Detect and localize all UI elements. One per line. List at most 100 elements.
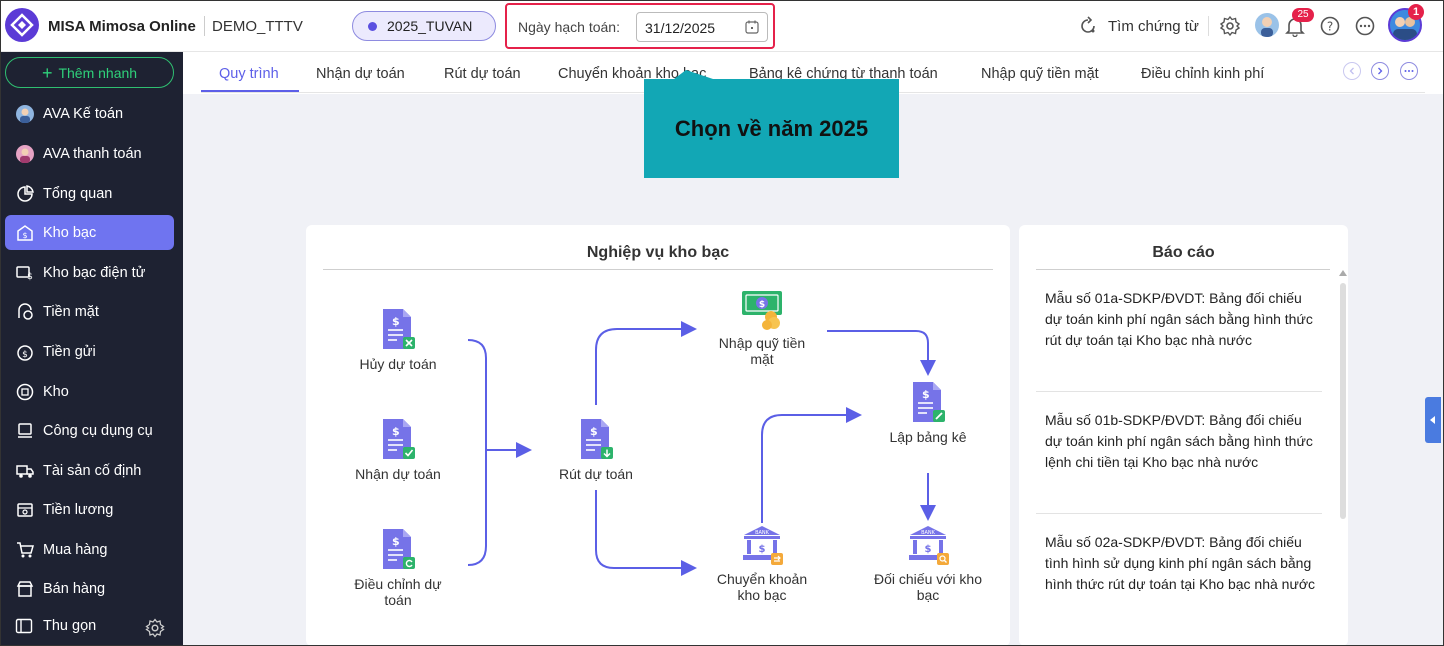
report-item-02a[interactable]: Mẫu số 02a-SDKP/ĐVDT: Bảng đối chiếu tìn… bbox=[1045, 532, 1315, 595]
tab-nhap-quy-tien-mat[interactable]: Nhập quỹ tiền mặt bbox=[981, 66, 1099, 82]
sidebar-item-label: Tiền gửi bbox=[43, 343, 96, 360]
node-rut-du-toan[interactable]: $ Rút dự toán bbox=[536, 417, 656, 482]
help-icon[interactable]: ? bbox=[1319, 15, 1341, 37]
svg-text:?: ? bbox=[1327, 20, 1333, 34]
sidebar-item-label: Công cụ dụng cụ bbox=[43, 422, 153, 439]
bank-transfer-icon: BANK $ bbox=[743, 526, 783, 565]
tab-rut-du-toan[interactable]: Rút dự toán bbox=[444, 66, 521, 82]
list-document-icon: $ bbox=[913, 382, 945, 422]
sidebar-item-label: Kho bạc bbox=[43, 224, 97, 241]
node-chuyen-khoan-kho-bac[interactable]: BANK $ Chuyển khoản kho bạc bbox=[702, 523, 822, 603]
gear-icon[interactable] bbox=[1219, 15, 1241, 37]
sidebar-item-ava-ke-toan[interactable]: AVA Kế toán bbox=[5, 96, 174, 131]
year-label: 2025_TUVAN bbox=[387, 18, 473, 34]
report-divider bbox=[1036, 513, 1322, 514]
sidebar-item-ava-thanh-toan[interactable]: AVA thanh toán bbox=[5, 136, 174, 171]
plus-icon: + bbox=[41, 62, 53, 83]
tab-quy-trinh[interactable]: Quy trình bbox=[219, 66, 279, 82]
calendar-icon[interactable] bbox=[745, 20, 759, 34]
sidebar-item-label: Kho bạc điện tử bbox=[43, 264, 146, 281]
workflow-panel: Nghiệp vụ kho bạc $ Hủy dự toán $ Nhận d… bbox=[306, 225, 1010, 646]
posting-date-value: 31/12/2025 bbox=[645, 20, 716, 36]
svg-text:$: $ bbox=[392, 425, 400, 438]
sidebar-item-cong-cu-dung-cu[interactable]: Công cụ dụng cụ bbox=[5, 413, 174, 448]
sidebar-item-tong-quan[interactable]: Tổng quan bbox=[5, 176, 174, 211]
sidebar-item-tien-gui[interactable]: $ Tiền gửi bbox=[5, 334, 174, 369]
sidebar-item-ban-hang[interactable]: Bán hàng bbox=[5, 571, 174, 606]
sidebar-item-tien-mat[interactable]: Tiền mặt bbox=[5, 294, 174, 329]
sidebar-item-kho-bac[interactable]: $ Kho bạc bbox=[5, 215, 174, 250]
node-lap-bang-ke[interactable]: $ Lập bảng kê bbox=[868, 380, 988, 445]
cash-icon bbox=[15, 302, 35, 322]
reports-panel: Báo cáo Mẫu số 01a-SDKP/ĐVDT: Bảng đối c… bbox=[1019, 225, 1348, 646]
search-voucher-link[interactable]: Tìm chứng từ bbox=[1078, 16, 1199, 36]
svg-text:$: $ bbox=[590, 425, 598, 438]
tab-nhan-du-toan[interactable]: Nhận dự toán bbox=[316, 66, 405, 82]
tab-next-button[interactable] bbox=[1371, 62, 1389, 80]
sidebar-item-tai-san-co-dinh[interactable]: Tài sản cố định bbox=[5, 453, 174, 488]
svg-text:$: $ bbox=[759, 300, 765, 310]
sidebar-item-label: Tổng quan bbox=[43, 185, 113, 202]
node-label: Chuyển khoản kho bạc bbox=[716, 571, 808, 603]
year-selector[interactable]: 2025_TUVAN bbox=[352, 11, 496, 41]
reports-title: Báo cáo bbox=[1152, 244, 1215, 261]
node-doi-chieu-kho-bac[interactable]: BANK $ Đối chiếu với kho bạc bbox=[868, 523, 988, 603]
node-label: Điều chỉnh dự toán bbox=[354, 576, 442, 608]
svg-text:BANK: BANK bbox=[921, 530, 936, 536]
more-icon[interactable] bbox=[1354, 15, 1376, 37]
app-name: MISA Mimosa Online bbox=[48, 18, 196, 35]
deposit-icon: $ bbox=[15, 342, 35, 362]
organization-name[interactable]: DEMO_TTTV bbox=[212, 18, 303, 35]
sidebar-item-kho[interactable]: Kho bbox=[5, 374, 174, 409]
posting-date-label: Ngày hạch toán: bbox=[518, 19, 620, 35]
node-nhan-du-toan[interactable]: $ Nhận dự toán bbox=[338, 417, 458, 482]
ai-assistant-avatar[interactable] bbox=[1255, 13, 1279, 37]
node-label: Nhập quỹ tiền mặt bbox=[718, 335, 806, 367]
node-huy-du-toan[interactable]: $ Hủy dự toán bbox=[338, 307, 458, 372]
cancel-document-icon: $ bbox=[383, 309, 415, 349]
svg-text:$: $ bbox=[392, 535, 400, 548]
sidebar-item-label: Mua hàng bbox=[43, 541, 108, 558]
report-item-01a[interactable]: Mẫu số 01a-SDKP/ĐVDT: Bảng đối chiếu dự … bbox=[1045, 288, 1315, 351]
right-panel-toggle[interactable] bbox=[1425, 397, 1441, 443]
node-dieu-chinh-du-toan[interactable]: $ Điều chỉnh dự toán bbox=[338, 527, 458, 608]
chevron-left-icon bbox=[1430, 416, 1435, 424]
sidebar-item-label: Tài sản cố định bbox=[43, 462, 142, 479]
quick-add-button[interactable]: + Thêm nhanh bbox=[5, 57, 174, 88]
ava-avatar-icon bbox=[15, 104, 35, 124]
e-treasury-icon: $ bbox=[15, 263, 35, 283]
node-label: Đối chiếu với kho bạc bbox=[873, 571, 982, 603]
collapse-label: Thu gọn bbox=[43, 618, 97, 634]
search-voucher-label: Tìm chứng từ bbox=[1108, 17, 1199, 35]
sidebar-item-kho-bac-dien-tu[interactable]: $ Kho bạc điện tử bbox=[5, 255, 174, 290]
chevron-left-icon bbox=[1349, 67, 1354, 75]
misa-logo-icon[interactable] bbox=[5, 8, 39, 42]
scroll-up-arrow[interactable] bbox=[1339, 270, 1347, 276]
tab-more-button[interactable] bbox=[1400, 62, 1418, 80]
store-icon bbox=[15, 579, 35, 599]
node-label: Lập bảng kê bbox=[889, 429, 967, 445]
svg-text:$: $ bbox=[922, 388, 930, 401]
node-nhap-quy-tien-mat[interactable]: $ Nhập quỹ tiền mặt bbox=[702, 287, 822, 367]
notification-badge: 25 bbox=[1292, 8, 1314, 22]
sidebar-item-mua-hang[interactable]: Mua hàng bbox=[5, 532, 174, 567]
sidebar-item-tien-luong[interactable]: Tiền lương bbox=[5, 492, 174, 527]
tab-dieu-chinh-kinh-phi[interactable]: Điều chỉnh kinh phí bbox=[1141, 66, 1264, 82]
bank-reconcile-icon: BANK $ bbox=[909, 526, 949, 565]
withdraw-document-icon: $ bbox=[581, 419, 613, 459]
svg-text:$: $ bbox=[759, 544, 766, 555]
tools-icon bbox=[15, 421, 35, 441]
ava-pay-avatar-icon bbox=[15, 144, 35, 164]
sidebar-item-label: AVA thanh toán bbox=[43, 145, 142, 162]
quick-add-label: Thêm nhanh bbox=[58, 64, 138, 81]
report-divider bbox=[1036, 391, 1322, 392]
collapse-sidebar-button[interactable]: Thu gọn bbox=[15, 617, 96, 635]
reports-scrollbar[interactable] bbox=[1340, 283, 1346, 519]
node-label: Hủy dự toán bbox=[359, 356, 437, 372]
posting-date-input[interactable]: 31/12/2025 bbox=[636, 12, 768, 42]
node-label: Nhận dự toán bbox=[355, 466, 441, 482]
report-item-01b[interactable]: Mẫu số 01b-SDKP/ĐVDT: Bảng đối chiếu dự … bbox=[1045, 410, 1315, 473]
tab-prev-button[interactable] bbox=[1343, 62, 1361, 80]
cart-icon bbox=[15, 540, 35, 560]
sidebar-settings-icon[interactable] bbox=[145, 618, 165, 638]
